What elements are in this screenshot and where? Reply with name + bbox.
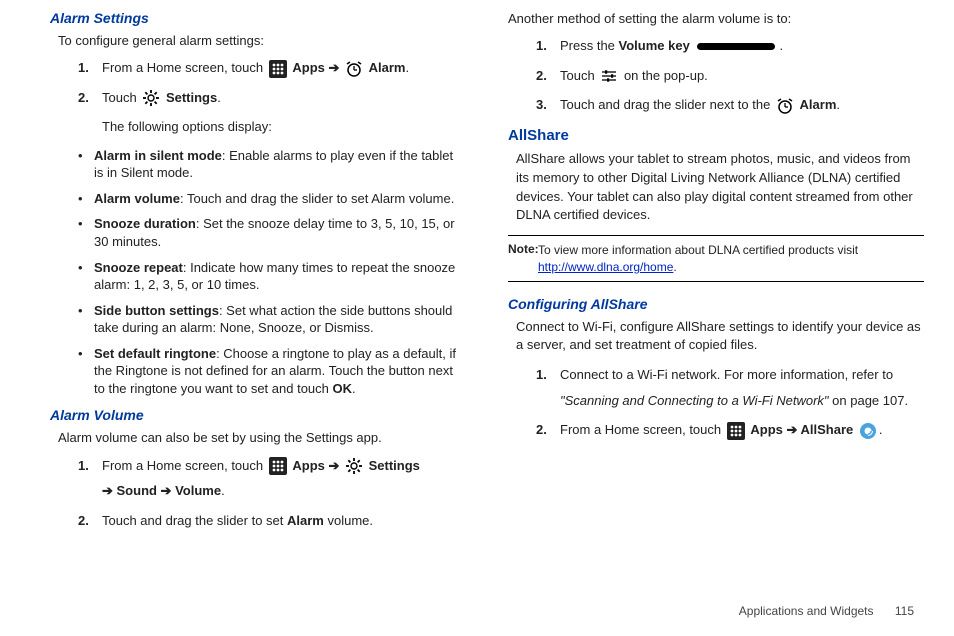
configuring-allshare-heading: Configuring AllShare — [508, 296, 924, 312]
apps-icon — [727, 422, 745, 440]
list-item: 2. Touch and drag the slider to set Alar… — [78, 511, 466, 531]
list-item: Alarm volume: Touch and drag the slider … — [78, 190, 466, 208]
alarm-settings-heading: Alarm Settings — [50, 10, 466, 26]
another-method-intro: Another method of setting the alarm volu… — [508, 10, 924, 28]
alarm-icon — [345, 60, 363, 78]
list-item: 3. Touch and drag the slider next to the… — [536, 95, 924, 115]
configuring-intro: Connect to Wi-Fi, configure AllShare set… — [516, 318, 924, 356]
alarm-settings-intro: To configure general alarm settings: — [58, 32, 466, 50]
left-column: Alarm Settings To configure general alar… — [50, 10, 466, 540]
note-box: Note: To view more information about DLN… — [508, 235, 924, 281]
alarm-volume-intro: Alarm volume can also be set by using th… — [58, 429, 466, 447]
right-column: Another method of setting the alarm volu… — [508, 10, 924, 540]
apps-icon — [269, 60, 287, 78]
allshare-heading: AllShare — [508, 127, 924, 144]
page-footer: Applications and Widgets 115 — [739, 604, 914, 618]
list-item: Side button settings: Set what action th… — [78, 302, 466, 337]
allshare-body: AllShare allows your tablet to stream ph… — [516, 150, 924, 225]
list-item: 2. From a Home screen, touch Apps ➔ AllS… — [536, 420, 924, 440]
page-number: 115 — [895, 604, 914, 618]
list-item: Snooze duration: Set the snooze delay ti… — [78, 215, 466, 250]
list-item: 2. Touch on the pop-up. — [536, 66, 924, 86]
list-item: 1. From a Home screen, touch Apps ➔ Alar… — [78, 58, 466, 78]
apps-icon — [269, 457, 287, 475]
list-item: 1. Press the Volume key . — [536, 36, 924, 56]
volume-key-icon — [697, 43, 775, 50]
wifi-ref: "Scanning and Connecting to a Wi-Fi Netw… — [560, 393, 829, 408]
footer-section: Applications and Widgets — [739, 604, 874, 618]
options-display-text: The following options display: — [102, 117, 466, 137]
list-item: 1. From a Home screen, touch Apps ➔ Sett… — [78, 456, 466, 501]
list-item: 1. Connect to a Wi-Fi network. For more … — [536, 365, 924, 410]
sliders-icon — [600, 67, 618, 85]
list-item: Set default ringtone: Choose a ringtone … — [78, 345, 466, 398]
gear-icon — [345, 457, 363, 475]
allshare-icon — [859, 422, 877, 440]
gear-icon — [142, 89, 160, 107]
dlna-link[interactable]: http://www.dlna.org/home — [538, 260, 673, 274]
list-item: Snooze repeat: Indicate how many times t… — [78, 259, 466, 294]
list-item: Alarm in silent mode: Enable alarms to p… — [78, 147, 466, 182]
options-bullet-list: Alarm in silent mode: Enable alarms to p… — [78, 147, 466, 398]
alarm-volume-heading: Alarm Volume — [50, 407, 466, 423]
list-item: 2. Touch Settings. The following options… — [78, 88, 466, 137]
alarm-icon — [776, 97, 794, 115]
